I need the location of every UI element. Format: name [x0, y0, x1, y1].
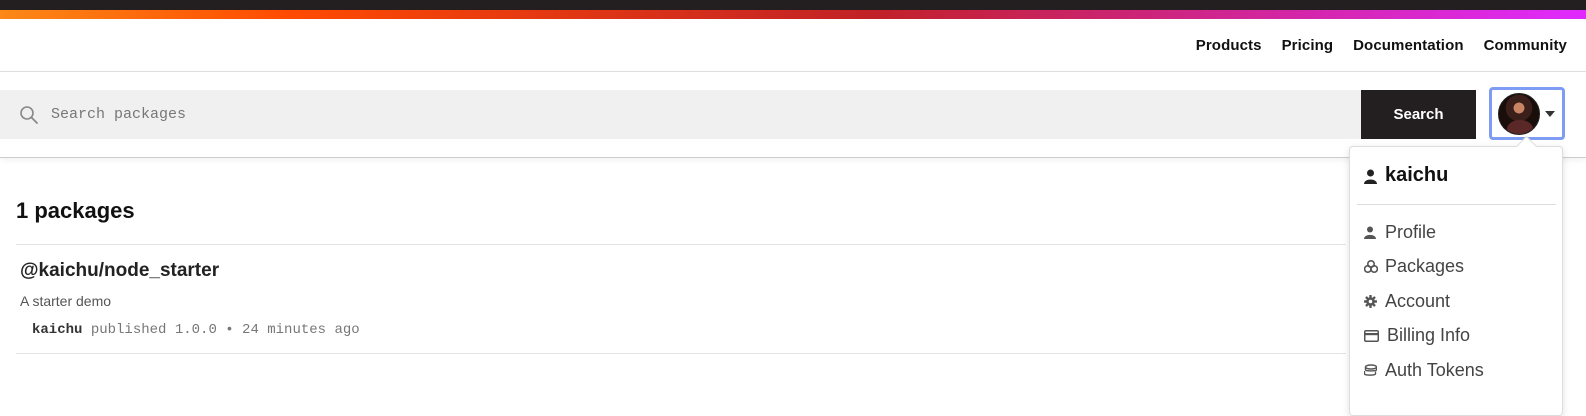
- nav-link-community[interactable]: Community: [1484, 37, 1567, 54]
- dropdown-divider: [1357, 204, 1556, 205]
- person-icon: [1364, 226, 1377, 239]
- top-nav-links: Products Pricing Documentation Community: [1196, 37, 1567, 54]
- package-description: A starter demo: [20, 293, 112, 309]
- dropdown-item-profile[interactable]: Profile: [1364, 215, 1484, 250]
- nav-link-documentation[interactable]: Documentation: [1353, 37, 1463, 54]
- dropdown-username: kaichu: [1364, 164, 1448, 187]
- package-list-item: @kaichu/node_starter A starter demo kaic…: [16, 245, 1346, 354]
- search-icon: [19, 105, 39, 125]
- chevron-down-icon: [1545, 110, 1555, 117]
- dropdown-item-label: Account: [1385, 290, 1451, 311]
- user-dropdown-menu: kaichu Profile Packages Account Billing …: [1349, 146, 1563, 416]
- nav-link-pricing[interactable]: Pricing: [1282, 37, 1334, 54]
- nav-link-products[interactable]: Products: [1196, 37, 1262, 54]
- tokens-icon: [1363, 364, 1378, 377]
- user-menu-toggle[interactable]: [1489, 87, 1565, 140]
- package-name-link[interactable]: @kaichu/node_starter: [20, 260, 219, 282]
- search-field: [0, 90, 1361, 139]
- brand-stripe-gradient: [0, 10, 1586, 19]
- dropdown-item-account[interactable]: Account: [1364, 284, 1484, 319]
- dropdown-items: Profile Packages Account Billing Info Au…: [1363, 215, 1484, 388]
- package-published-info: published 1.0.0 • 24 minutes ago: [90, 322, 360, 338]
- search-button[interactable]: Search: [1361, 90, 1476, 139]
- username-label: kaichu: [1385, 164, 1449, 186]
- dropdown-item-packages[interactable]: Packages: [1363, 250, 1484, 285]
- dropdown-item-auth-tokens[interactable]: Auth Tokens: [1363, 353, 1484, 388]
- dropdown-item-label: Billing Info: [1387, 325, 1471, 346]
- dropdown-item-label: Auth Tokens: [1385, 359, 1484, 380]
- gear-icon: [1364, 294, 1377, 308]
- packages-icon: [1363, 260, 1379, 274]
- credit-card-icon: [1364, 329, 1379, 343]
- package-meta: kaichu published 1.0.0 • 24 minutes ago: [32, 322, 360, 338]
- search-bar: Search: [0, 72, 1586, 158]
- results-count: 1 packages: [16, 198, 135, 223]
- brand-stripe: [0, 0, 1586, 19]
- brand-stripe-dark: [0, 0, 1586, 10]
- top-navigation: Products Pricing Documentation Community: [0, 19, 1586, 72]
- dropdown-item-billing-info[interactable]: Billing Info: [1364, 319, 1484, 354]
- dropdown-item-label: Profile: [1385, 221, 1437, 242]
- dropdown-item-label: Packages: [1385, 256, 1465, 277]
- avatar: [1498, 92, 1540, 135]
- person-icon: [1364, 169, 1377, 184]
- search-input[interactable]: [51, 90, 1361, 139]
- package-author-link[interactable]: kaichu: [32, 322, 82, 338]
